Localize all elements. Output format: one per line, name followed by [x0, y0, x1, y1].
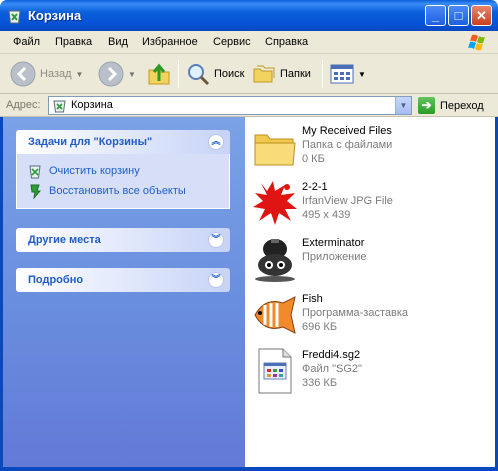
file-name: 2-2-1 — [302, 181, 328, 193]
menu-file[interactable]: Файл — [13, 36, 40, 48]
window-border-left — [0, 117, 3, 471]
toolbar-separator — [322, 60, 323, 88]
window-title: Корзина — [28, 8, 82, 23]
menu-tools[interactable]: Сервис — [213, 36, 251, 48]
folder-icon — [254, 134, 296, 166]
folders-icon — [253, 65, 275, 83]
address-bar: Адрес: Корзина ▼ ➔ Переход — [0, 94, 498, 117]
task-label: Восстановить все объекты — [49, 185, 186, 197]
up-folder-button[interactable] — [146, 58, 172, 90]
file-item[interactable]: 2-2-1 IrfanView JPG File 495 x 439 — [251, 179, 491, 231]
back-dropdown-icon[interactable]: ▼ — [76, 70, 84, 79]
toolbar: Назад ▼ ▼ Поиск Папки ▼ — [0, 54, 498, 94]
file-item[interactable]: Freddi4.sg2 Файл "SG2" 336 КБ — [251, 347, 491, 399]
recycle-bin-icon — [53, 100, 66, 113]
tasks-panel-title: Задачи для "Корзины" — [28, 136, 153, 148]
address-value: Корзина — [71, 99, 113, 111]
fish-icon — [254, 296, 296, 334]
file-size: 336 КБ — [302, 377, 338, 389]
file-name: Fish — [302, 293, 323, 305]
other-places-title: Другие места — [28, 234, 101, 246]
details-panel-header[interactable]: Подробно ︾ — [16, 268, 230, 292]
file-dimensions: 495 x 439 — [302, 209, 351, 221]
title-bar[interactable]: Корзина _ □ ✕ — [0, 0, 498, 31]
restore-icon — [30, 184, 42, 199]
file-name: Exterminator — [302, 237, 365, 249]
file-item[interactable]: My Received Files Папка с файлами 0 КБ — [251, 123, 491, 175]
go-arrow-icon: ➔ — [418, 97, 435, 114]
menu-favorites[interactable]: Избранное — [142, 36, 198, 48]
menu-edit[interactable]: Правка — [55, 36, 92, 48]
forward-arrow-icon — [98, 61, 124, 87]
address-dropdown-icon[interactable]: ▼ — [395, 97, 411, 114]
search-icon — [188, 64, 210, 86]
file-type: IrfanView JPG File — [302, 195, 393, 207]
file-size: 696 КБ — [302, 321, 338, 333]
file-type: Файл "SG2" — [302, 363, 362, 375]
toolbar-separator — [178, 60, 179, 88]
file-type: Папка с файлами — [302, 139, 393, 151]
forward-button[interactable]: ▼ — [98, 58, 136, 90]
expand-chevron-icon[interactable]: ︾ — [208, 232, 224, 248]
menu-help[interactable]: Справка — [265, 36, 308, 48]
file-list: My Received Files Папка с файлами 0 КБ 2… — [245, 117, 495, 467]
folders-label: Папки — [280, 68, 311, 80]
address-field[interactable]: Корзина ▼ — [48, 96, 412, 115]
minimize-button[interactable]: _ — [425, 5, 446, 26]
forward-dropdown-icon[interactable]: ▼ — [128, 70, 136, 79]
views-dropdown-icon[interactable]: ▼ — [358, 70, 366, 79]
menu-view[interactable]: Вид — [108, 36, 128, 48]
exterminator-icon — [255, 239, 295, 282]
menu-bar: Файл Правка Вид Избранное Сервис Справка — [0, 31, 498, 54]
file-item[interactable]: Fish Программа-заставка 696 КБ — [251, 291, 491, 343]
details-title: Подробно — [28, 274, 84, 286]
restore-all-task[interactable]: Восстановить все объекты — [27, 183, 186, 199]
irfanview-icon — [253, 181, 297, 225]
collapse-chevron-icon[interactable]: ︽ — [208, 134, 224, 150]
recycle-bin-icon — [8, 10, 21, 24]
file-type: Программа-заставка — [302, 307, 409, 319]
tasks-panel-header[interactable]: Задачи для "Корзины" ︽ — [16, 130, 230, 154]
search-label: Поиск — [214, 68, 245, 80]
window-border-bottom — [0, 467, 498, 471]
expand-chevron-icon[interactable]: ︾ — [208, 272, 224, 288]
windows-logo-icon — [468, 34, 485, 51]
up-folder-icon — [148, 63, 170, 85]
go-button[interactable]: ➔ Переход — [418, 96, 484, 115]
back-button[interactable]: Назад ▼ — [10, 58, 83, 90]
file-name: Freddi4.sg2 — [302, 349, 361, 361]
maximize-button[interactable]: □ — [448, 5, 469, 26]
document-icon — [258, 348, 292, 394]
empty-recycle-bin-task[interactable]: Очистить корзину — [27, 163, 140, 179]
file-item[interactable]: Exterminator Приложение — [251, 235, 491, 287]
views-icon — [330, 64, 354, 84]
file-type: Приложение — [302, 251, 367, 263]
back-arrow-icon — [10, 61, 36, 87]
close-button[interactable]: ✕ — [471, 5, 492, 26]
back-label: Назад — [40, 68, 72, 80]
tasks-panel-body: Очистить корзину Восстановить все объект… — [16, 154, 230, 209]
views-button[interactable]: ▼ — [330, 58, 366, 90]
address-label: Адрес: — [6, 99, 41, 111]
file-size: 0 КБ — [302, 153, 325, 165]
other-places-panel-header[interactable]: Другие места ︾ — [16, 228, 230, 252]
folders-button[interactable]: Папки — [252, 58, 311, 90]
empty-bin-icon — [29, 165, 41, 179]
file-name: My Received Files — [302, 125, 392, 137]
search-button[interactable]: Поиск — [186, 58, 244, 90]
go-label: Переход — [440, 99, 484, 112]
task-label: Очистить корзину — [49, 165, 140, 177]
